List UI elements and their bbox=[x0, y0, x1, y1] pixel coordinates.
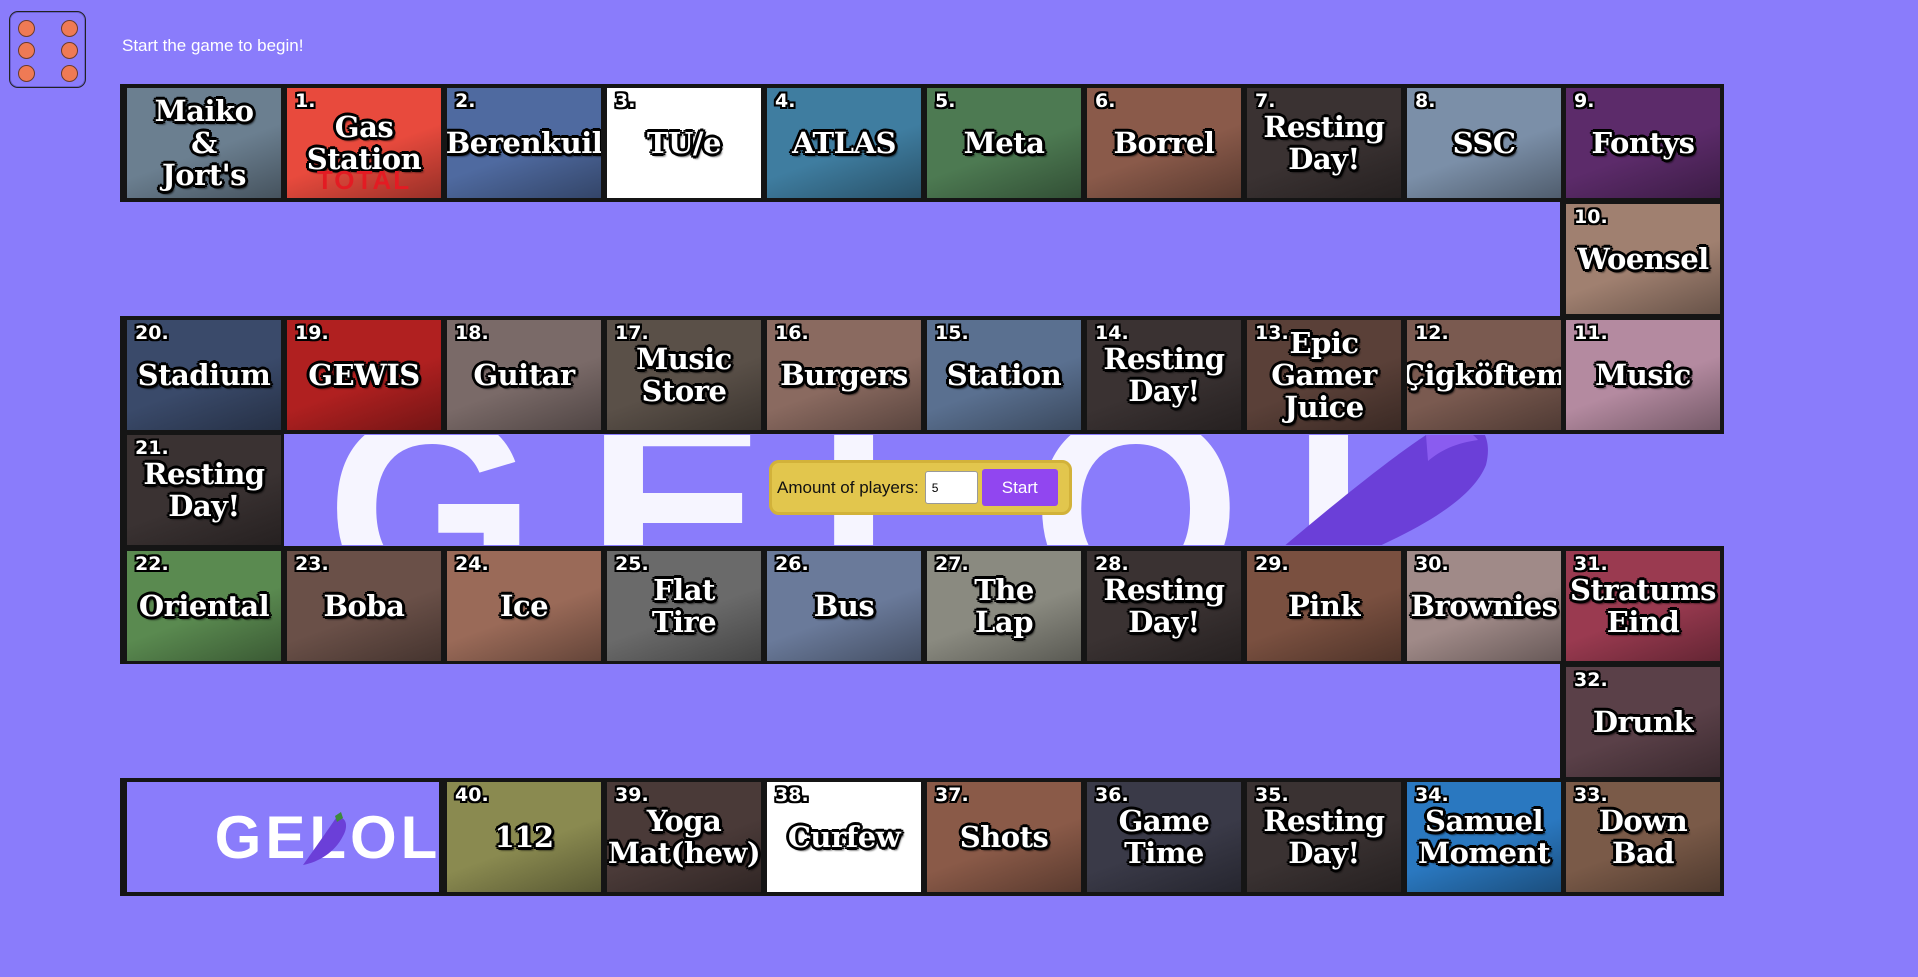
tile-label: Epic Gamer Juice bbox=[1271, 326, 1377, 424]
tile-label: Curfew bbox=[787, 820, 901, 854]
tile-label: Bus bbox=[813, 589, 875, 623]
board-tile: 36. Game Time bbox=[1087, 782, 1241, 892]
board-tile: 37. Shots bbox=[927, 782, 1081, 892]
tile-label: Resting Day! bbox=[1263, 804, 1385, 870]
board-tile: 27. The Lap bbox=[927, 551, 1081, 661]
board-tile: 34. Samuel Moment bbox=[1407, 782, 1561, 892]
dice[interactable] bbox=[9, 11, 86, 88]
board-tile: 3. TU/e bbox=[607, 88, 761, 198]
board-tile: 15. Station bbox=[927, 320, 1081, 430]
tile-label: Berenkuil bbox=[447, 126, 601, 160]
board-tile: 38. Curfew bbox=[767, 782, 921, 892]
tile-label: Guitar bbox=[473, 358, 575, 392]
tile-label: Shots bbox=[959, 820, 1049, 854]
tile-label: GEWIS bbox=[308, 358, 420, 392]
board-tile: 5. Meta bbox=[927, 88, 1081, 198]
tile-label: Down Bad bbox=[1598, 804, 1688, 870]
eggplant-icon bbox=[303, 812, 347, 865]
tile-label: Resting Day! bbox=[1103, 342, 1225, 408]
board-tile: 14. Resting Day! bbox=[1087, 320, 1241, 430]
board-tile: 20. Stadium bbox=[127, 320, 281, 430]
tile-label: Çigköftem bbox=[1407, 358, 1561, 392]
board-tile: 35. Resting Day! bbox=[1247, 782, 1401, 892]
tile-label: Flat Tire bbox=[651, 573, 717, 639]
tile-label: Stratums Eind bbox=[1570, 573, 1716, 639]
tile-label: Yoga Mat(hew) bbox=[607, 804, 761, 870]
tile-label: Oriental bbox=[138, 589, 270, 623]
board-tile: 39. Yoga Mat(hew) bbox=[607, 782, 761, 892]
board-tile: 10. Woensel bbox=[1566, 204, 1720, 314]
board-tile: 18. Guitar bbox=[447, 320, 601, 430]
board-tile: 9. Fontys bbox=[1566, 88, 1720, 198]
tile-label: TU/e bbox=[647, 126, 721, 160]
tile-label: Resting Day! bbox=[1263, 110, 1385, 176]
board-tile: 2. Berenkuil bbox=[447, 88, 601, 198]
tile-label: Resting Day! bbox=[1103, 573, 1225, 639]
tile-label: Pink bbox=[1287, 589, 1361, 623]
tile-label: Brownies bbox=[1410, 589, 1558, 623]
dice-pip bbox=[61, 42, 78, 59]
board-tile: 40. 112 bbox=[447, 782, 601, 892]
board-tile: 25. Flat Tire bbox=[607, 551, 761, 661]
board-tile: 24. Ice bbox=[447, 551, 601, 661]
eggplant-icon bbox=[1285, 435, 1488, 545]
board-tile: 8. SSC bbox=[1407, 88, 1561, 198]
board-tile: 1. Gas Station TOTAL bbox=[287, 88, 441, 198]
start-button[interactable]: Start bbox=[981, 469, 1058, 506]
board-tile: 6. Borrel bbox=[1087, 88, 1241, 198]
board-tile: 11. Music bbox=[1566, 320, 1720, 430]
tile-label: Music Store bbox=[636, 342, 732, 408]
dice-pip bbox=[18, 65, 35, 82]
tile-label: Fontys bbox=[1591, 126, 1695, 160]
board-tile: 32. Drunk bbox=[1566, 667, 1720, 777]
board-tile: 19. GEWIS bbox=[287, 320, 441, 430]
tile-label: Music bbox=[1595, 358, 1691, 392]
tile-label: Meta bbox=[963, 126, 1045, 160]
tile-label: 112 bbox=[494, 820, 554, 854]
board-tile: 7. Resting Day! bbox=[1247, 88, 1401, 198]
status-message: Start the game to begin! bbox=[122, 36, 304, 55]
tile-label: Drunk bbox=[1592, 705, 1694, 739]
board-tile: 4. ATLAS bbox=[767, 88, 921, 198]
players-label: Amount of players: bbox=[777, 477, 919, 497]
tile-label: ATLAS bbox=[792, 126, 896, 160]
tile-sublabel: TOTAL bbox=[316, 165, 412, 195]
players-input[interactable] bbox=[924, 471, 978, 504]
board-tile: 23. Boba bbox=[287, 551, 441, 661]
tile-label: Resting Day! bbox=[143, 457, 265, 523]
tile-label: Maiko & Jort's bbox=[154, 94, 254, 192]
board-tile: 33. Down Bad bbox=[1566, 782, 1720, 892]
tile-label: The Lap bbox=[974, 573, 1034, 639]
dice-pip bbox=[18, 42, 35, 59]
board-tile: 13. Epic Gamer Juice bbox=[1247, 320, 1401, 430]
board-tile: 30. Brownies bbox=[1407, 551, 1561, 661]
logo-tile: GELOL bbox=[127, 782, 439, 892]
tile-label: Game Time bbox=[1118, 804, 1210, 870]
tile-label: Woensel bbox=[1577, 242, 1709, 276]
tile-label: SSC bbox=[1452, 126, 1516, 160]
board-tile: 29. Pink bbox=[1247, 551, 1401, 661]
board-tile: 22. Oriental bbox=[127, 551, 281, 661]
board-tile: Maiko & Jort's bbox=[127, 88, 281, 198]
board-tile: 17. Music Store bbox=[607, 320, 761, 430]
board-tile: 21. Resting Day! bbox=[127, 435, 281, 545]
dice-pip bbox=[61, 65, 78, 82]
tile-label: Stadium bbox=[137, 358, 271, 392]
board-tile: 28. Resting Day! bbox=[1087, 551, 1241, 661]
tile-label: Burgers bbox=[780, 358, 908, 392]
tile-label: Samuel Moment bbox=[1417, 804, 1551, 870]
setup-panel: Amount of players: Start bbox=[769, 460, 1072, 515]
board-tile: 31. Stratums Eind bbox=[1566, 551, 1720, 661]
dice-pip bbox=[61, 20, 78, 37]
tile-label: Boba bbox=[323, 589, 405, 623]
dice-pip bbox=[18, 20, 35, 37]
tile-label: Borrel bbox=[1113, 126, 1215, 160]
tile-label: Ice bbox=[499, 589, 549, 623]
board-tile: 16. Burgers bbox=[767, 320, 921, 430]
tile-label: Station bbox=[946, 358, 1062, 392]
board-tile: 26. Bus bbox=[767, 551, 921, 661]
board-tile: 12. Çigköftem bbox=[1407, 320, 1561, 430]
